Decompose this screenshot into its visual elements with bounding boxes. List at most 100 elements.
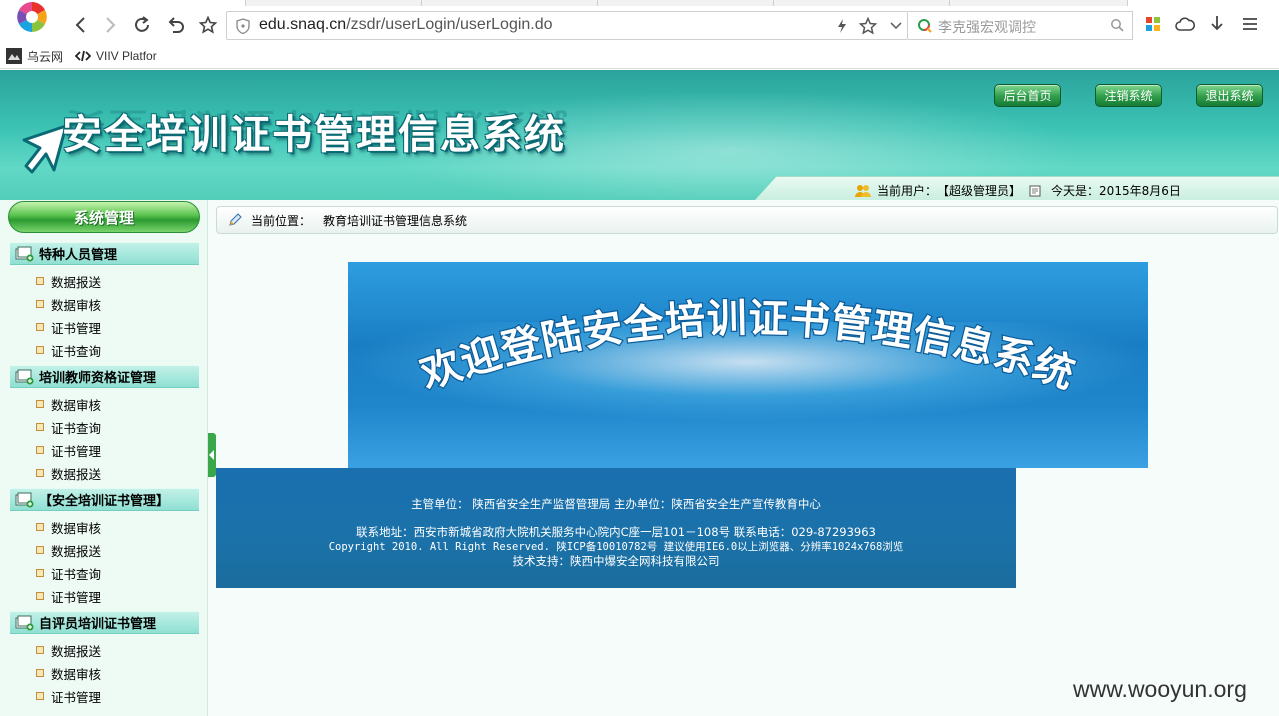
- sidebar-group-teacher-qualification[interactable]: 培训教师资格证管理: [10, 365, 199, 388]
- sidebar-item-cert-manage[interactable]: 证书管理: [36, 317, 101, 337]
- favorite-star-icon[interactable]: [196, 13, 220, 37]
- sidebar-group-label: 【安全培训证书管理】: [39, 494, 170, 509]
- system-title: 安全培训证书管理信息系统: [62, 112, 566, 158]
- bookmarks-bar: 乌云网 VIIV Platfor: [0, 43, 1279, 69]
- bullet-icon: [36, 346, 44, 354]
- sidebar-item-label: 证书管理: [51, 320, 102, 336]
- today-value: 2015年8月6日: [1099, 184, 1181, 198]
- sidebar-item-label: 证书查询: [51, 420, 102, 436]
- tab[interactable]: [950, 0, 1128, 6]
- tab-active[interactable]: [60, 0, 246, 6]
- sidebar-item-label: 数据审核: [51, 666, 102, 682]
- footer-copyright: Copyright 2010. All Right Reserved. 陕ICP…: [328, 541, 904, 553]
- bookmark-viiv[interactable]: VIIV Platfor: [75, 46, 157, 66]
- search-input[interactable]: 李克强宏观调控: [938, 17, 1036, 37]
- exit-system-button[interactable]: 退出系统: [1196, 84, 1263, 107]
- search-box[interactable]: 李克强宏观调控: [908, 11, 1133, 40]
- forward-icon[interactable]: [98, 13, 122, 37]
- bullet-icon: [36, 592, 44, 600]
- search-icon[interactable]: [1110, 18, 1124, 32]
- breadcrumb-label: 当前位置：: [251, 213, 312, 228]
- bookmark-wooyun[interactable]: 乌云网: [6, 46, 63, 66]
- sidebar-item-label: 数据审核: [51, 397, 102, 413]
- sidebar-item-data-review[interactable]: 数据审核: [36, 663, 101, 683]
- search-engine-icon[interactable]: [917, 18, 933, 34]
- sidebar-group-assessor-training[interactable]: 自评员培训证书管理: [10, 611, 199, 634]
- wooyun-favicon-icon: [6, 48, 22, 64]
- breadcrumb-value: 教育培训证书管理信息系统: [323, 213, 468, 228]
- folder-add-icon: [15, 615, 35, 631]
- sidebar-item-label: 数据审核: [51, 520, 102, 536]
- sidebar-item-data-submit[interactable]: 数据报送: [36, 271, 101, 291]
- current-user-value: 【超级管理员】: [937, 184, 1022, 198]
- sidebar-group-label: 自评员培训证书管理: [39, 617, 157, 632]
- menu-icon[interactable]: [1239, 13, 1261, 35]
- main-content: 当前位置： 教育培训证书管理信息系统 欢迎登陆安全培训证书管理信息系统 主管单位…: [216, 206, 1279, 716]
- sidebar-item-cert-manage[interactable]: 证书管理: [36, 686, 101, 706]
- sidebar-group-safety-training[interactable]: 【安全培训证书管理】: [10, 488, 199, 511]
- admin-home-button[interactable]: 后台首页: [994, 84, 1061, 107]
- tab[interactable]: [774, 0, 950, 6]
- bullet-icon: [36, 469, 44, 477]
- sidebar-group-label: 培训教师资格证管理: [39, 371, 157, 386]
- sidebar-item-label: 证书管理: [51, 589, 102, 605]
- download-icon[interactable]: [1206, 13, 1228, 35]
- sidebar-item-label: 证书管理: [51, 689, 102, 705]
- folder-add-icon: [15, 246, 35, 262]
- url-text[interactable]: edu.snaq.cn/zsdr/userLogin/userLogin.do: [259, 16, 553, 34]
- bullet-icon: [36, 523, 44, 531]
- bullet-icon: [36, 300, 44, 308]
- url-host: edu.snaq.cn: [259, 16, 347, 33]
- sidebar-group-label: 特种人员管理: [39, 248, 118, 263]
- browser-toolbar: edu.snaq.cn/zsdr/userLogin/userLogin.do …: [0, 0, 1279, 48]
- sidebar-item-cert-query[interactable]: 证书查询: [36, 340, 101, 360]
- welcome-text: 欢迎登陆安全培训证书管理信息系统: [413, 295, 1081, 400]
- page-content: 安全培训证书管理信息系统 安全培训证书管理信息系统 后台首页 注销系统 退出系统…: [0, 70, 1279, 716]
- sidebar-item-label: 数据报送: [51, 543, 102, 559]
- bullet-icon: [36, 323, 44, 331]
- sidebar-item-cert-query[interactable]: 证书查询: [36, 563, 101, 583]
- site-security-icon[interactable]: [236, 18, 250, 35]
- cloud-icon[interactable]: [1174, 13, 1196, 35]
- reload-icon[interactable]: [130, 13, 154, 37]
- folder-add-icon: [15, 369, 35, 385]
- pencil-icon: [227, 212, 243, 228]
- sidebar-item-data-review[interactable]: 数据审核: [36, 394, 101, 414]
- tab[interactable]: [598, 0, 774, 6]
- bookmark-star-icon[interactable]: [859, 17, 877, 35]
- apps-grid-icon[interactable]: [1142, 13, 1164, 35]
- sidebar-item-data-submit[interactable]: 数据报送: [36, 640, 101, 660]
- chevron-down-icon[interactable]: [887, 17, 905, 35]
- sidebar-item-data-review[interactable]: 数据审核: [36, 294, 101, 314]
- undo-close-icon[interactable]: [164, 13, 188, 37]
- sidebar-item-cert-manage[interactable]: 证书管理: [36, 440, 101, 460]
- sidebar-item-data-submit[interactable]: 数据报送: [36, 540, 101, 560]
- user-info-bar: 当前用户： 【超级管理员】 今天是： 2015年8月6日: [755, 176, 1279, 200]
- bookmark-label: VIIV Platfor: [96, 49, 157, 63]
- logout-system-button[interactable]: 注销系统: [1095, 84, 1162, 107]
- sidebar-item-cert-manage[interactable]: 证书管理: [36, 586, 101, 606]
- back-icon[interactable]: [69, 13, 93, 37]
- sidebar-item-data-review[interactable]: 数据审核: [36, 517, 101, 537]
- folder-add-icon: [15, 492, 35, 508]
- browser-logo-icon[interactable]: [10, 2, 54, 36]
- address-bar[interactable]: edu.snaq.cn/zsdr/userLogin/userLogin.do: [226, 11, 908, 40]
- sidebar-item-label: 数据报送: [51, 466, 102, 482]
- bullet-icon: [36, 546, 44, 554]
- tab[interactable]: [422, 0, 598, 6]
- bullet-icon: [36, 646, 44, 654]
- sidebar-item-cert-query[interactable]: 证书查询: [36, 417, 101, 437]
- sidebar-collapse-handle[interactable]: [208, 433, 216, 477]
- bullet-icon: [36, 692, 44, 700]
- users-icon: [855, 184, 871, 198]
- sidebar-item-data-submit[interactable]: 数据报送: [36, 463, 101, 483]
- current-user-label: 当前用户：: [877, 184, 938, 198]
- collapse-arrow-icon: [209, 450, 214, 460]
- bullet-icon: [36, 400, 44, 408]
- lightning-icon[interactable]: [833, 17, 851, 35]
- sidebar-group-special-personnel[interactable]: 特种人员管理: [10, 242, 199, 265]
- tab[interactable]: [246, 0, 422, 6]
- bullet-icon: [36, 569, 44, 577]
- welcome-arc-text: 欢迎登陆安全培训证书管理信息系统: [413, 295, 1081, 400]
- site-footer: 主管单位： 陕西省安全生产监督管理局 主办单位：陕西省安全生产宣传教育中心 联系…: [216, 468, 1016, 588]
